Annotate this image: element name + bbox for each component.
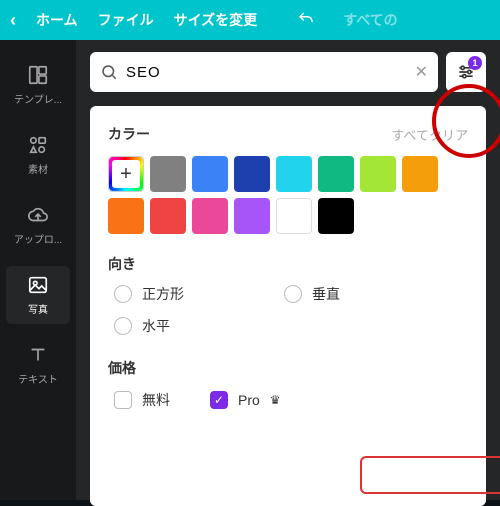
color-swatch[interactable] <box>318 156 354 192</box>
sidebar-item-elements[interactable]: 素材 <box>6 126 70 184</box>
undo-icon[interactable] <box>297 10 315 31</box>
color-swatch[interactable] <box>150 156 186 192</box>
clear-all-link[interactable]: すべてクリア <box>391 125 468 144</box>
panel: ✕ 1 カラー すべてクリア + <box>76 40 500 500</box>
color-swatch[interactable] <box>234 156 270 192</box>
orientation-square[interactable]: 正方形 <box>114 284 244 304</box>
crown-icon: ♛ <box>270 393 281 407</box>
radio-icon <box>114 285 132 303</box>
elements-icon <box>27 134 49 156</box>
radio-icon <box>284 285 302 303</box>
text-icon <box>27 344 49 366</box>
sidebar-item-uploads[interactable]: アップロ... <box>6 196 70 254</box>
color-swatch[interactable] <box>192 198 228 234</box>
upload-icon <box>27 204 49 226</box>
color-swatch[interactable] <box>192 156 228 192</box>
filter-button[interactable]: 1 <box>446 52 486 92</box>
menu-faded: すべての <box>343 10 397 30</box>
clear-search-icon[interactable]: ✕ <box>415 62 428 82</box>
color-swatch[interactable] <box>150 198 186 234</box>
sidebar-item-label: 素材 <box>28 161 48 176</box>
search-input[interactable] <box>126 64 407 81</box>
section-title-orientation: 向き <box>108 254 468 274</box>
sidebar-item-label: アップロ... <box>14 231 62 246</box>
section-title-price: 価格 <box>108 358 468 378</box>
sidebar-item-photos[interactable]: 写真 <box>6 266 70 324</box>
color-swatches: + <box>108 156 468 234</box>
color-swatch[interactable] <box>360 156 396 192</box>
color-swatch[interactable] <box>276 198 312 234</box>
sidebar: テンプレ... 素材 アップロ... 写真 テキスト <box>0 40 76 500</box>
orientation-horizontal[interactable]: 水平 <box>114 316 244 336</box>
color-swatch[interactable] <box>234 198 270 234</box>
color-swatch[interactable] <box>276 156 312 192</box>
sidebar-item-templates[interactable]: テンプレ... <box>6 56 70 114</box>
photo-icon <box>27 274 49 296</box>
filter-badge: 1 <box>468 56 482 70</box>
color-swatch[interactable] <box>318 198 354 234</box>
radio-icon <box>114 317 132 335</box>
price-pro[interactable]: ✓Pro♛ <box>210 391 281 409</box>
section-title-color: カラー <box>108 124 150 144</box>
color-swatch[interactable] <box>402 156 438 192</box>
search-icon <box>100 63 118 81</box>
sidebar-item-label: テンプレ... <box>14 91 62 106</box>
menu-home[interactable]: ホーム <box>36 10 78 30</box>
menu-resize[interactable]: サイズを変更 <box>174 10 258 30</box>
price-free[interactable]: 無料 <box>114 390 170 410</box>
back-chevron-icon[interactable]: ‹ <box>10 10 16 31</box>
filter-panel: カラー すべてクリア + 向き 正方形 <box>90 106 486 506</box>
sidebar-item-text[interactable]: テキスト <box>6 336 70 394</box>
sidebar-item-label: 写真 <box>28 301 48 316</box>
templates-icon <box>27 64 49 86</box>
checkbox-icon <box>114 391 132 409</box>
add-color-swatch[interactable]: + <box>108 156 144 192</box>
color-swatch[interactable] <box>108 198 144 234</box>
top-menu: ‹ ホーム ファイル サイズを変更 すべての <box>0 0 500 40</box>
search-box[interactable]: ✕ <box>90 52 438 92</box>
menu-file[interactable]: ファイル <box>98 10 154 30</box>
sidebar-item-label: テキスト <box>18 371 58 386</box>
checkbox-checked-icon: ✓ <box>210 391 228 409</box>
orientation-vertical[interactable]: 垂直 <box>284 284 414 304</box>
